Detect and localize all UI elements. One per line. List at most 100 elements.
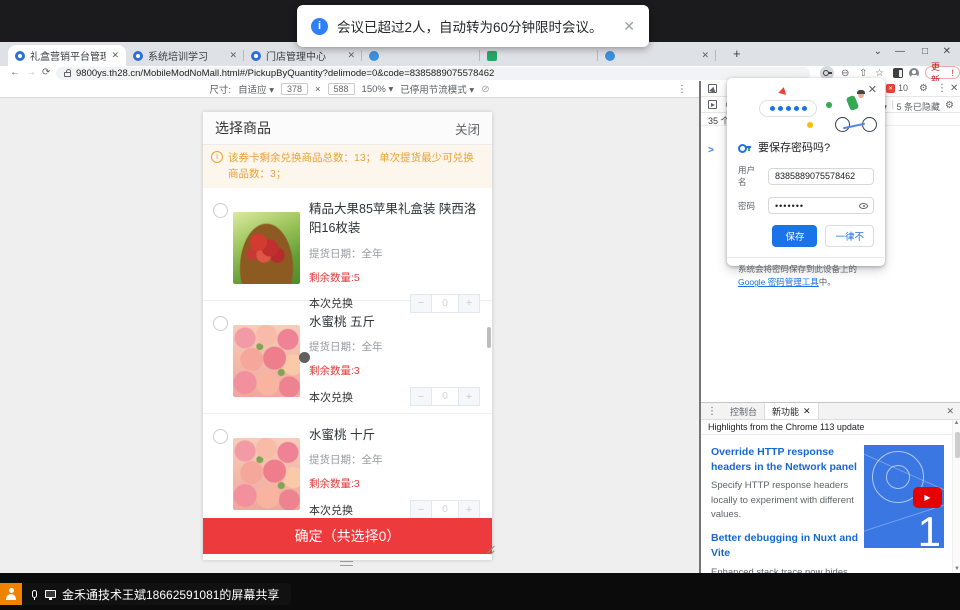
username-label: 用户名 (738, 164, 762, 188)
window-close-icon[interactable]: ✕ (943, 46, 951, 57)
size-mode-select[interactable]: 自适应 ▾ (238, 82, 274, 96)
zoom-select[interactable]: 150% ▾ (362, 84, 394, 95)
screen-share-bar: 金禾通技术王斌18662591081的屏幕共享 (0, 583, 291, 605)
viewport-width-input[interactable]: 378 (281, 83, 308, 95)
page-scrollbar-thumb[interactable] (487, 327, 491, 348)
play-button-icon[interactable]: ▶ (913, 487, 942, 508)
window-menu-icon[interactable]: ⌄ (874, 46, 882, 57)
radio-button[interactable] (213, 316, 228, 331)
profile-avatar[interactable] (909, 68, 919, 78)
remaining-qty: 剩余数量:5 (309, 270, 482, 285)
update-button[interactable]: 更新 ! (925, 66, 960, 79)
plus-button[interactable]: + (458, 500, 480, 518)
tab-hidden3[interactable]: ✕ (598, 45, 716, 66)
inspect-element-icon[interactable] (708, 84, 717, 93)
close-link[interactable]: 关闭 (455, 119, 480, 138)
product-row-peach10: 水蜜桃 十斤 提货日期：全年 剩余数量:3 本次兑换 − 0 + (203, 414, 492, 518)
console-sidebar-icon[interactable] (708, 100, 717, 109)
emulation-stage: 选择商品 关闭 i 该券卡剩余兑换商品总数：13； 单次提货最少可兑换商品数：3… (0, 98, 699, 573)
confirm-button[interactable]: 确定（共选择0） (203, 518, 492, 554)
chrome-update-thumbnail[interactable]: ▶ 1 (864, 445, 944, 548)
window-minimize-icon[interactable]: — (895, 46, 905, 57)
toast-message: 会议已超过2人，自动转为60分钟限时会议。 (337, 16, 603, 36)
drawer-close-icon[interactable]: ✕ (946, 406, 954, 417)
viewport-height-input[interactable]: 588 (328, 83, 355, 95)
screen-icon (45, 590, 56, 598)
password-manager-link[interactable]: Google 密码管理工具 (738, 277, 819, 287)
page-pane: 尺寸: 自适应 ▾ 378 × 588 150% ▾ 已停用节流模式 ▾ ⊘ ⋮… (0, 81, 699, 573)
microphone-icon (32, 590, 37, 598)
tab-close-icon[interactable]: ✕ (229, 50, 237, 61)
throttle-select[interactable]: 已停用节流模式 ▾ (400, 82, 474, 96)
radio-button[interactable] (213, 429, 228, 444)
devtools-menu-icon[interactable]: ⋮ (937, 83, 947, 94)
tab-favicon (369, 51, 379, 61)
size-label: 尺寸: (209, 82, 231, 96)
devtools-settings-icon[interactable]: ⚙ (919, 83, 928, 94)
tab-favicon (605, 51, 615, 61)
tab-label: 系统培训学习 (148, 48, 224, 63)
devtools-drawer: ⋮ 控制台 新功能 ✕ ✕ Highlights from the Chrome… (701, 402, 960, 573)
dialog-title: 要保存密码吗? (758, 139, 830, 155)
tab-close-icon[interactable]: ✕ (347, 50, 355, 61)
error-count[interactable]: 10 (898, 83, 908, 93)
address-bar[interactable]: 9800ys.th28.cn/MobileModNoMall.html#/Pic… (56, 67, 810, 80)
plus-button[interactable]: + (458, 387, 480, 406)
tab-whats-new[interactable]: 新功能 ✕ (764, 403, 819, 419)
tab-console-drawer[interactable]: 控制台 (723, 403, 764, 419)
tab-store-admin[interactable]: 门店管理中心 ✕ (244, 45, 362, 66)
resize-corner-icon[interactable] (486, 545, 495, 554)
error-badge-icon[interactable]: ✕ (886, 84, 895, 93)
refresh-icon[interactable]: ⟳ (42, 67, 50, 78)
whatsnew-link[interactable]: Override HTTP response headers in the Ne… (711, 445, 873, 474)
whatsnew-body: Override HTTP response headers in the Ne… (701, 435, 960, 573)
notice-text: 该券卡剩余兑换商品总数：13； 单次提货最少可兑换商品数：3； (228, 150, 482, 183)
save-button[interactable]: 保存 (772, 225, 817, 247)
window-maximize-icon[interactable]: □ (922, 46, 928, 57)
page-title: 选择商品 (215, 118, 271, 138)
voucher-notice: i 该券卡剩余兑换商品总数：13； 单次提货最少可兑换商品数：3； (203, 145, 492, 188)
device-emulation-toolbar: 尺寸: 自适应 ▾ 378 × 588 150% ▾ 已停用节流模式 ▾ ⊘ ⋮ (0, 81, 699, 98)
quantity-stepper: − 0 + (410, 387, 480, 406)
tab-close-icon[interactable]: ✕ (701, 50, 709, 61)
minus-button[interactable]: − (410, 387, 432, 406)
drawer-tab-bar: ⋮ 控制台 新功能 ✕ ✕ (701, 403, 960, 420)
forward-icon[interactable]: → (26, 67, 36, 78)
exchange-label: 本次兑换 (309, 389, 353, 405)
whatsnew-link[interactable]: Better debugging in Nuxt and Vite (711, 531, 873, 560)
drawer-menu-icon[interactable]: ⋮ (701, 406, 723, 417)
show-password-eye-icon[interactable] (859, 203, 868, 209)
tab-training[interactable]: 系统培训学习 ✕ (126, 45, 244, 66)
back-icon[interactable]: ← (10, 67, 20, 78)
tab-gift-platform[interactable]: 礼盒营销平台管理中心 ✕ (8, 45, 126, 66)
minus-button[interactable]: − (410, 500, 432, 518)
drag-handle[interactable] (340, 561, 353, 566)
toast-close-icon[interactable]: ✕ (623, 18, 635, 35)
password-field[interactable]: ••••••• (768, 197, 874, 214)
quantity-value[interactable]: 0 (432, 500, 458, 518)
password-dots-bubble (759, 100, 817, 117)
tab-hidden[interactable] (362, 45, 480, 66)
new-tab-button[interactable]: + (733, 46, 741, 61)
drawer-scrollbar[interactable]: ▲ ▼ (952, 420, 960, 573)
never-button[interactable]: 一律不 (825, 225, 874, 247)
remote-cursor-dot (299, 352, 310, 363)
info-icon: i (311, 18, 328, 35)
tab-favicon (251, 51, 261, 61)
google-key-icon (738, 142, 751, 152)
rotate-icon[interactable]: ⊘ (481, 84, 489, 95)
username-field[interactable]: 8385889075578462 (768, 168, 874, 185)
quantity-stepper: − 0 + (410, 500, 480, 518)
radio-button[interactable] (213, 203, 228, 218)
console-settings-icon[interactable]: ⚙ (945, 100, 954, 111)
tab-close-icon[interactable]: ✕ (111, 50, 119, 61)
side-panel-icon[interactable] (893, 68, 903, 78)
console-prompt[interactable]: > (708, 145, 714, 156)
tab-hidden2[interactable] (480, 45, 598, 66)
quantity-value[interactable]: 0 (432, 387, 458, 406)
info-icon: i (211, 151, 223, 163)
device-toolbar-menu-icon[interactable]: ⋮ (677, 84, 687, 95)
meeting-toast: i 会议已超过2人，自动转为60分钟限时会议。 ✕ (297, 5, 649, 47)
tab-close-icon[interactable]: ✕ (803, 406, 811, 417)
devtools-close-icon[interactable]: ✕ (950, 83, 958, 94)
